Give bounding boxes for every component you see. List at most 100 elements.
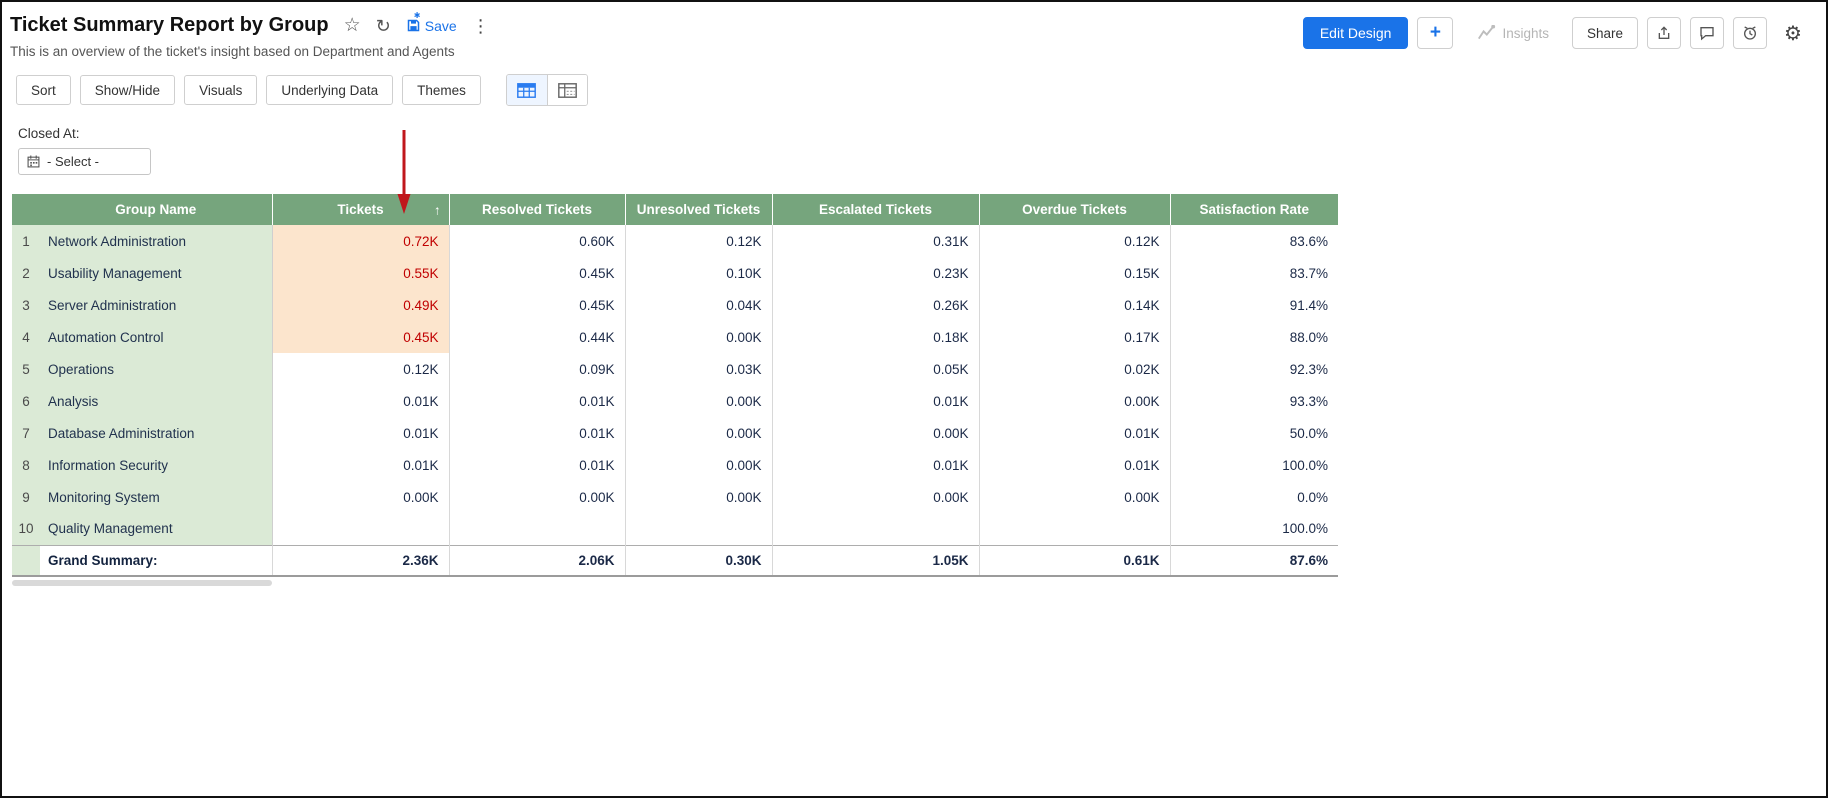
group-name-cell[interactable]: Quality Management <box>40 513 272 545</box>
row-number-cell[interactable]: 1 <box>12 225 40 257</box>
value-cell[interactable]: 0.00K <box>449 481 625 513</box>
group-name-cell[interactable]: Automation Control <box>40 321 272 353</box>
value-cell[interactable]: 0.23K <box>772 257 979 289</box>
value-cell[interactable]: 0.12K <box>625 225 772 257</box>
closed-at-select[interactable]: - Select - <box>18 148 151 175</box>
value-cell[interactable]: 0.18K <box>772 321 979 353</box>
value-cell[interactable]: 0.00K <box>979 385 1170 417</box>
value-cell[interactable]: 50.0% <box>1170 417 1338 449</box>
row-number-cell[interactable]: 7 <box>12 417 40 449</box>
value-cell[interactable]: 0.00K <box>625 321 772 353</box>
value-cell[interactable]: 0.09K <box>449 353 625 385</box>
row-number-cell[interactable]: 9 <box>12 481 40 513</box>
value-cell[interactable] <box>272 513 449 545</box>
value-cell[interactable]: 0.00K <box>625 449 772 481</box>
show-hide-button[interactable]: Show/Hide <box>80 75 175 105</box>
favorite-star-icon[interactable]: ☆ <box>344 16 361 35</box>
value-cell[interactable] <box>772 513 979 545</box>
column-header-overdue-tickets[interactable]: Overdue Tickets <box>979 194 1170 225</box>
value-cell[interactable]: 0.00K <box>625 481 772 513</box>
value-cell[interactable]: 83.6% <box>1170 225 1338 257</box>
group-name-cell[interactable]: Usability Management <box>40 257 272 289</box>
export-button[interactable] <box>1647 17 1681 49</box>
value-cell[interactable]: 0.10K <box>625 257 772 289</box>
value-cell[interactable]: 91.4% <box>1170 289 1338 321</box>
value-cell[interactable]: 0.00K <box>772 481 979 513</box>
column-header-unresolved-tickets[interactable]: Unresolved Tickets <box>625 194 772 225</box>
column-header-group-name[interactable]: Group Name <box>40 194 272 225</box>
group-name-cell[interactable]: Information Security <box>40 449 272 481</box>
value-cell[interactable]: 0.45K <box>272 321 449 353</box>
value-cell[interactable]: 0.26K <box>772 289 979 321</box>
value-cell[interactable]: 100.0% <box>1170 449 1338 481</box>
value-cell[interactable]: 0.55K <box>272 257 449 289</box>
value-cell[interactable]: 0.12K <box>272 353 449 385</box>
value-cell[interactable]: 0.45K <box>449 257 625 289</box>
group-name-cell[interactable]: Database Administration <box>40 417 272 449</box>
row-number-cell[interactable]: 6 <box>12 385 40 417</box>
value-cell[interactable]: 93.3% <box>1170 385 1338 417</box>
value-cell[interactable]: 0.05K <box>772 353 979 385</box>
value-cell[interactable] <box>979 513 1170 545</box>
save-button[interactable]: ✱ Save <box>406 18 457 34</box>
more-options-icon[interactable]: ⋮ <box>472 17 490 35</box>
value-cell[interactable]: 0.01K <box>449 417 625 449</box>
value-cell[interactable]: 0.04K <box>625 289 772 321</box>
column-header-satisfaction-rate[interactable]: Satisfaction Rate <box>1170 194 1338 225</box>
refresh-icon[interactable]: ↻ <box>376 17 391 35</box>
row-number-cell[interactable]: 4 <box>12 321 40 353</box>
value-cell[interactable]: 0.00K <box>625 417 772 449</box>
row-number-cell[interactable]: 8 <box>12 449 40 481</box>
column-header-tickets[interactable]: Tickets ↑ <box>272 194 449 225</box>
group-name-cell[interactable]: Network Administration <box>40 225 272 257</box>
value-cell[interactable]: 0.02K <box>979 353 1170 385</box>
value-cell[interactable]: 0.01K <box>272 417 449 449</box>
value-cell[interactable]: 0.45K <box>449 289 625 321</box>
share-button[interactable]: Share <box>1572 17 1638 49</box>
group-name-cell[interactable]: Monitoring System <box>40 481 272 513</box>
value-cell[interactable]: 0.01K <box>272 449 449 481</box>
column-header-resolved-tickets[interactable]: Resolved Tickets <box>449 194 625 225</box>
value-cell[interactable]: 0.00K <box>272 481 449 513</box>
row-number-cell[interactable]: 5 <box>12 353 40 385</box>
value-cell[interactable]: 0.14K <box>979 289 1170 321</box>
sort-ascending-icon[interactable]: ↑ <box>434 202 441 217</box>
settings-button[interactable]: ⚙ <box>1776 17 1810 49</box>
value-cell[interactable]: 0.15K <box>979 257 1170 289</box>
history-button[interactable] <box>1733 17 1767 49</box>
sort-button[interactable]: Sort <box>16 75 71 105</box>
value-cell[interactable]: 0.12K <box>979 225 1170 257</box>
row-number-cell[interactable]: 2 <box>12 257 40 289</box>
value-cell[interactable] <box>625 513 772 545</box>
value-cell[interactable]: 0.01K <box>449 385 625 417</box>
value-cell[interactable]: 0.60K <box>449 225 625 257</box>
edit-design-button[interactable]: Edit Design <box>1303 17 1409 49</box>
value-cell[interactable]: 0.01K <box>979 417 1170 449</box>
value-cell[interactable]: 0.44K <box>449 321 625 353</box>
add-button[interactable]: + <box>1417 17 1453 49</box>
visuals-button[interactable]: Visuals <box>184 75 257 105</box>
underlying-data-button[interactable]: Underlying Data <box>266 75 393 105</box>
value-cell[interactable]: 0.17K <box>979 321 1170 353</box>
value-cell[interactable]: 0.01K <box>979 449 1170 481</box>
comments-button[interactable] <box>1690 17 1724 49</box>
insights-button[interactable]: Insights <box>1462 17 1563 49</box>
value-cell[interactable] <box>449 513 625 545</box>
value-cell[interactable]: 0.72K <box>272 225 449 257</box>
value-cell[interactable]: 0.00K <box>772 417 979 449</box>
value-cell[interactable]: 0.49K <box>272 289 449 321</box>
summary-view-button[interactable] <box>547 75 587 105</box>
value-cell[interactable]: 0.00K <box>979 481 1170 513</box>
value-cell[interactable]: 0.01K <box>772 449 979 481</box>
value-cell[interactable]: 0.01K <box>449 449 625 481</box>
value-cell[interactable]: 92.3% <box>1170 353 1338 385</box>
table-view-button[interactable] <box>507 75 547 105</box>
value-cell[interactable]: 0.0% <box>1170 481 1338 513</box>
group-name-cell[interactable]: Server Administration <box>40 289 272 321</box>
value-cell[interactable]: 0.00K <box>625 385 772 417</box>
group-name-cell[interactable]: Operations <box>40 353 272 385</box>
row-number-cell[interactable]: 10 <box>12 513 40 545</box>
column-header-escalated-tickets[interactable]: Escalated Tickets <box>772 194 979 225</box>
row-number-cell[interactable]: 3 <box>12 289 40 321</box>
value-cell[interactable]: 83.7% <box>1170 257 1338 289</box>
